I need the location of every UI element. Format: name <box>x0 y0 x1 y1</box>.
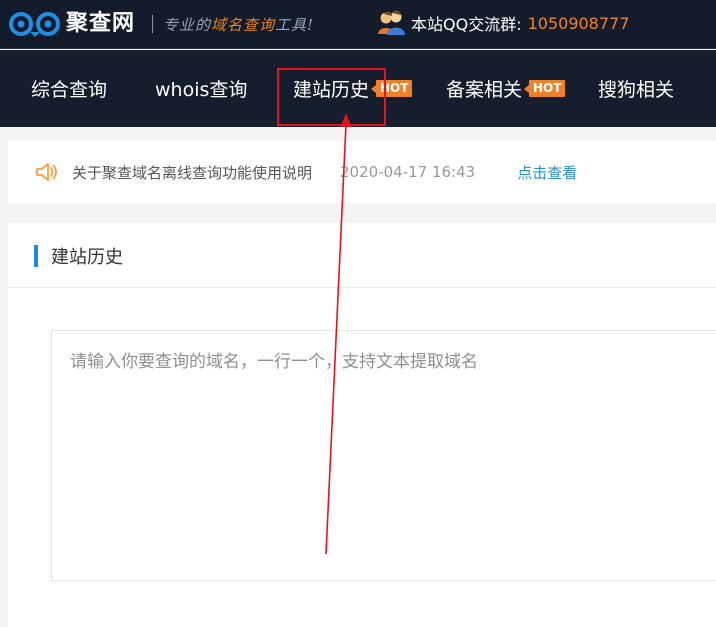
page: 聚查网 专业的 域名查询 工具! 本站QQ交流群: 1050908777 综合查… <box>0 0 716 627</box>
nav-label: 备案相关 <box>446 79 523 101</box>
notice-timestamp: 2020-04-17 16:43 <box>340 163 476 181</box>
qq-group-label: 本站QQ交流群: <box>411 15 522 34</box>
nav-label: 搜狗相关 <box>598 79 675 101</box>
panel-header: 建站历史 <box>34 244 123 268</box>
domain-input[interactable] <box>51 330 716 581</box>
speaker-icon <box>36 163 57 181</box>
slogan-start: 专业的 <box>163 15 212 34</box>
slogan-divider <box>152 15 153 33</box>
site-logo[interactable]: 聚查网 <box>8 10 135 38</box>
site-history-panel: 建站历史 <box>8 223 716 627</box>
panel-title: 建站历史 <box>51 247 123 268</box>
qq-group-info: 本站QQ交流群: 1050908777 <box>376 8 629 38</box>
slogan-highlight: 域名查询 <box>211 15 276 34</box>
nav-item-whois[interactable]: whois查询 <box>155 50 247 127</box>
notice-text[interactable]: 关于聚查域名离线查询功能使用说明 <box>72 162 312 183</box>
owl-eyes-icon <box>9 12 60 37</box>
nav-label: whois查询 <box>155 79 248 101</box>
slogan: 专业的 域名查询 工具! <box>152 12 314 36</box>
panel-divider <box>8 287 716 288</box>
slogan-end: 工具! <box>275 15 315 34</box>
hot-badge: HOT <box>523 80 566 97</box>
top-header: 聚查网 专业的 域名查询 工具! 本站QQ交流群: 1050908777 <box>0 0 716 49</box>
title-accent-bar <box>34 245 38 267</box>
nav-item-icp-filing[interactable]: 备案相关 HOT <box>446 50 566 127</box>
nav-item-comprehensive[interactable]: 综合查询 <box>31 50 107 127</box>
annotation-highlight-box <box>277 68 386 126</box>
qq-group-number: 1050908777 <box>527 13 630 33</box>
nav-item-sogou[interactable]: 搜狗相关 <box>598 50 674 127</box>
logo-text: 聚查网 <box>66 11 136 36</box>
nav-label: 综合查询 <box>31 79 108 101</box>
notice-bar: 关于聚查域名离线查询功能使用说明 2020-04-17 16:43 点击查看 <box>8 141 716 203</box>
notice-view-link[interactable]: 点击查看 <box>517 162 577 183</box>
group-users-icon <box>378 10 405 35</box>
